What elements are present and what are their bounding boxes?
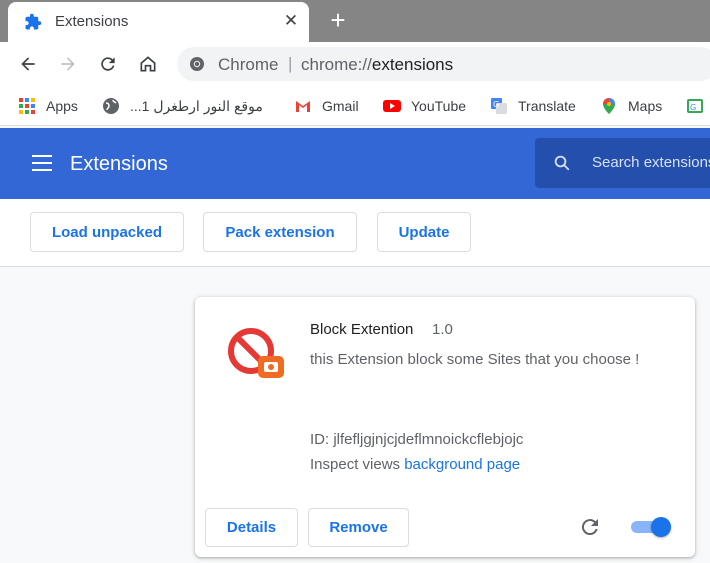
bookmark-youtube[interactable]: YouTube (383, 95, 466, 117)
enable-toggle[interactable] (631, 517, 671, 537)
tab-strip: Extensions ✕ + (0, 0, 710, 42)
block-icon (228, 328, 284, 378)
extension-version: 1.0 (432, 321, 453, 338)
back-button[interactable] (14, 50, 42, 78)
toggle-knob (651, 517, 671, 537)
extension-description: this Extension block some Sites that you… (310, 351, 640, 368)
bookmark-alnoor[interactable]: موقع النور ارطغرل 1... (102, 95, 263, 117)
omnibox-url: chrome://extensions (301, 55, 453, 75)
bookmark-gmail[interactable]: Gmail (294, 95, 359, 117)
arrow-left-icon (21, 57, 35, 71)
inspect-views-label: Inspect views (310, 456, 401, 473)
extension-name: Block Extention (310, 321, 414, 338)
google-apps-icon: G (687, 99, 703, 113)
reload-icon (101, 57, 115, 71)
background-page-link[interactable]: background page (404, 456, 520, 473)
omnibox-chip-label: Chrome (218, 55, 279, 74)
url-host: extensions (371, 55, 454, 74)
puzzle-icon (25, 13, 42, 30)
extensions-header: Extensions Search extensions (0, 128, 710, 199)
home-icon (140, 56, 156, 72)
page-title: Extensions (70, 153, 168, 175)
developer-toolbar: Load unpacked Pack extension Update (0, 199, 710, 267)
maps-icon (603, 98, 615, 114)
load-unpacked-button[interactable]: Load unpacked (30, 212, 184, 252)
address-bar[interactable]: Chrome | chrome://extensions (177, 47, 710, 81)
details-button[interactable]: Details (205, 508, 298, 547)
globe-icon (103, 98, 119, 114)
youtube-icon (383, 100, 401, 112)
tab-extensions[interactable]: Extensions ✕ (8, 2, 309, 42)
bookmark-label: Apps (46, 98, 78, 114)
translate-icon: G (491, 98, 507, 114)
search-icon (554, 155, 570, 171)
search-placeholder: Search extensions (592, 154, 710, 171)
reload-button[interactable] (94, 50, 122, 78)
tab-title: Extensions (55, 13, 129, 30)
chrome-icon (190, 57, 204, 71)
omnibox-separator: | (288, 54, 293, 73)
home-button[interactable] (134, 50, 162, 78)
pack-extension-button[interactable]: Pack extension (203, 212, 357, 252)
bookmark-overflow[interactable]: G (686, 95, 710, 117)
svg-text:G: G (493, 100, 499, 109)
bookmark-maps[interactable]: Maps (600, 95, 662, 117)
url-scheme: chrome:// (301, 55, 372, 74)
bookmark-apps[interactable]: Apps (18, 95, 78, 117)
bookmark-label: Translate (518, 98, 576, 114)
bookmark-label: YouTube (411, 98, 467, 114)
update-button[interactable]: Update (377, 212, 471, 252)
browser-toolbar: Chrome | chrome://extensions (0, 42, 710, 86)
bookmarks-bar: Apps موقع النور ارطغرل 1... Gmail YouTub… (0, 86, 710, 126)
bookmark-translate[interactable]: G Translate (490, 95, 576, 117)
apps-grid-icon (19, 98, 35, 114)
arrow-right-icon (61, 57, 75, 71)
extension-card: Block Extention 1.0 this Extension block… (195, 297, 695, 557)
inspect-views: Inspect views background page (310, 456, 520, 473)
bookmark-label: Gmail (322, 98, 359, 114)
search-input[interactable]: Search extensions (535, 138, 710, 188)
new-tab-button[interactable]: + (325, 7, 351, 33)
close-icon[interactable]: ✕ (280, 10, 302, 32)
bookmark-label: Maps (628, 98, 663, 114)
gmail-icon (296, 101, 310, 112)
reload-icon[interactable] (578, 515, 602, 539)
bookmark-label: موقع النور ارطغرل 1... (130, 97, 263, 114)
menu-icon[interactable] (32, 155, 52, 171)
extension-id: ID: jlfefljgjnjcjdeflmnoickcflebjojc (310, 431, 524, 448)
forward-button[interactable] (54, 50, 82, 78)
svg-text:G: G (690, 103, 696, 112)
remove-button[interactable]: Remove (308, 508, 409, 547)
